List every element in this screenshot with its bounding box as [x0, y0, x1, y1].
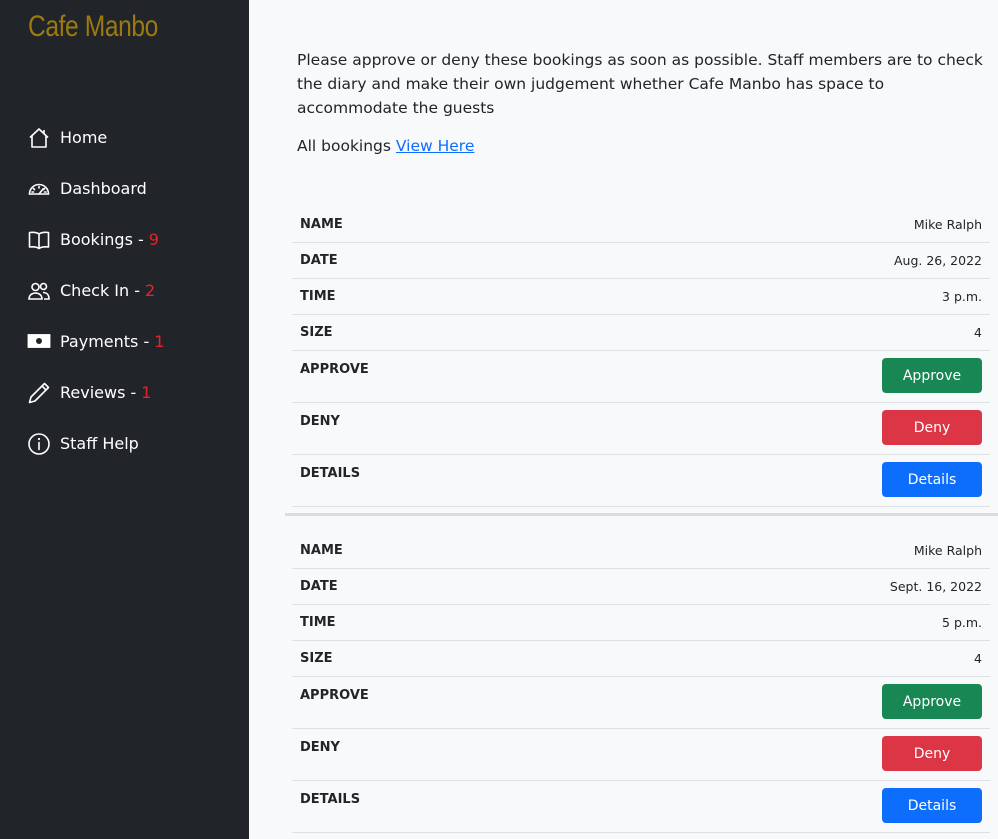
- table-row: APPROVE Approve: [292, 351, 990, 403]
- date-value: Sept. 16, 2022: [889, 579, 982, 594]
- time-label: TIME: [300, 289, 336, 304]
- details-label: DETAILS: [300, 466, 361, 481]
- table-row: TIME 5 p.m.: [292, 605, 990, 641]
- sidebar-item-label: Check In -: [60, 281, 141, 300]
- size-value: 4: [974, 325, 982, 340]
- people-icon: [28, 282, 50, 300]
- table-row: SIZE 4: [292, 641, 990, 677]
- intro-text: Please approve or deny these bookings as…: [297, 51, 983, 117]
- speedometer-icon: [28, 183, 50, 195]
- sidebar-item-label: Dashboard: [60, 179, 147, 198]
- table-row: NAME Mike Ralph: [292, 533, 990, 569]
- sidebar-item-reviews[interactable]: Reviews - 1: [0, 367, 249, 418]
- book-icon: [28, 231, 50, 249]
- details-label: DETAILS: [300, 792, 361, 807]
- table-row: DENY Deny: [292, 403, 990, 455]
- cash-icon: [27, 333, 51, 348]
- reviews-count-badge: 1: [141, 383, 152, 402]
- sidebar-item-payments[interactable]: Payments - 1: [0, 316, 249, 367]
- sidebar-item-label: Staff Help: [60, 434, 139, 453]
- name-value: Mike Ralph: [913, 217, 982, 232]
- deny-button[interactable]: Deny: [882, 410, 982, 445]
- sidebar: Cafe Manbo Home Dashboard Bookings - 9 C…: [0, 0, 249, 839]
- sidebar-item-bookings[interactable]: Bookings - 9: [0, 214, 249, 265]
- name-value: Mike Ralph: [913, 543, 982, 558]
- time-value: 3 p.m.: [942, 289, 982, 304]
- all-bookings-label: All bookings: [297, 137, 396, 155]
- approve-button[interactable]: Approve: [882, 684, 982, 719]
- table-row: APPROVE Approve: [292, 677, 990, 729]
- deny-label: DENY: [300, 414, 340, 429]
- size-label: SIZE: [300, 325, 333, 340]
- date-value: Aug. 26, 2022: [893, 253, 982, 268]
- table-row: SIZE 4: [292, 315, 990, 351]
- details-button[interactable]: Details: [882, 788, 982, 823]
- sidebar-item-staff-help[interactable]: Staff Help: [0, 418, 249, 469]
- booking-divider: [285, 513, 998, 516]
- sidebar-item-label: Bookings -: [60, 230, 144, 249]
- name-label: NAME: [300, 543, 343, 558]
- name-label: NAME: [300, 217, 343, 232]
- booking-card: NAME Mike Ralph DATE Sept. 16, 2022 TIME…: [292, 533, 990, 833]
- time-label: TIME: [300, 615, 336, 630]
- approve-button[interactable]: Approve: [882, 358, 982, 393]
- sidebar-item-home[interactable]: Home: [0, 112, 249, 163]
- approve-label: APPROVE: [300, 362, 369, 377]
- table-row: TIME 3 p.m.: [292, 279, 990, 315]
- sidebar-item-dashboard[interactable]: Dashboard: [0, 163, 249, 214]
- deny-label: DENY: [300, 740, 340, 755]
- deny-button[interactable]: Deny: [882, 736, 982, 771]
- info-icon: [28, 432, 50, 455]
- brand-logo[interactable]: Cafe Manbo: [28, 10, 158, 44]
- date-label: DATE: [300, 253, 338, 268]
- approve-label: APPROVE: [300, 688, 369, 703]
- sidebar-item-check-in[interactable]: Check In - 2: [0, 265, 249, 316]
- table-row: DATE Sept. 16, 2022: [292, 569, 990, 605]
- view-all-bookings-link[interactable]: View Here: [396, 137, 474, 155]
- time-value: 5 p.m.: [942, 615, 982, 630]
- bookings-count-badge: 9: [148, 230, 159, 249]
- size-label: SIZE: [300, 651, 333, 666]
- table-row: DETAILS Details: [292, 455, 990, 507]
- sidebar-item-label: Home: [60, 128, 108, 147]
- main-content: Please approve or deny these bookings as…: [249, 0, 998, 839]
- all-bookings-line: All bookings View Here: [297, 137, 474, 155]
- details-button[interactable]: Details: [882, 462, 982, 497]
- sidebar-item-label: Payments -: [60, 332, 150, 351]
- table-row: DATE Aug. 26, 2022: [292, 243, 990, 279]
- date-label: DATE: [300, 579, 338, 594]
- booking-card: NAME Mike Ralph DATE Aug. 26, 2022 TIME …: [292, 207, 990, 507]
- table-row: DENY Deny: [292, 729, 990, 781]
- sidebar-nav: Home Dashboard Bookings - 9 Check In - 2…: [0, 112, 249, 469]
- check-in-count-badge: 2: [145, 281, 156, 300]
- table-row: DETAILS Details: [292, 781, 990, 833]
- pencil-icon: [28, 382, 50, 403]
- sidebar-item-label: Reviews -: [60, 383, 137, 402]
- size-value: 4: [974, 651, 982, 666]
- home-icon: [29, 127, 49, 148]
- table-row: NAME Mike Ralph: [292, 207, 990, 243]
- payments-count-badge: 1: [154, 332, 165, 351]
